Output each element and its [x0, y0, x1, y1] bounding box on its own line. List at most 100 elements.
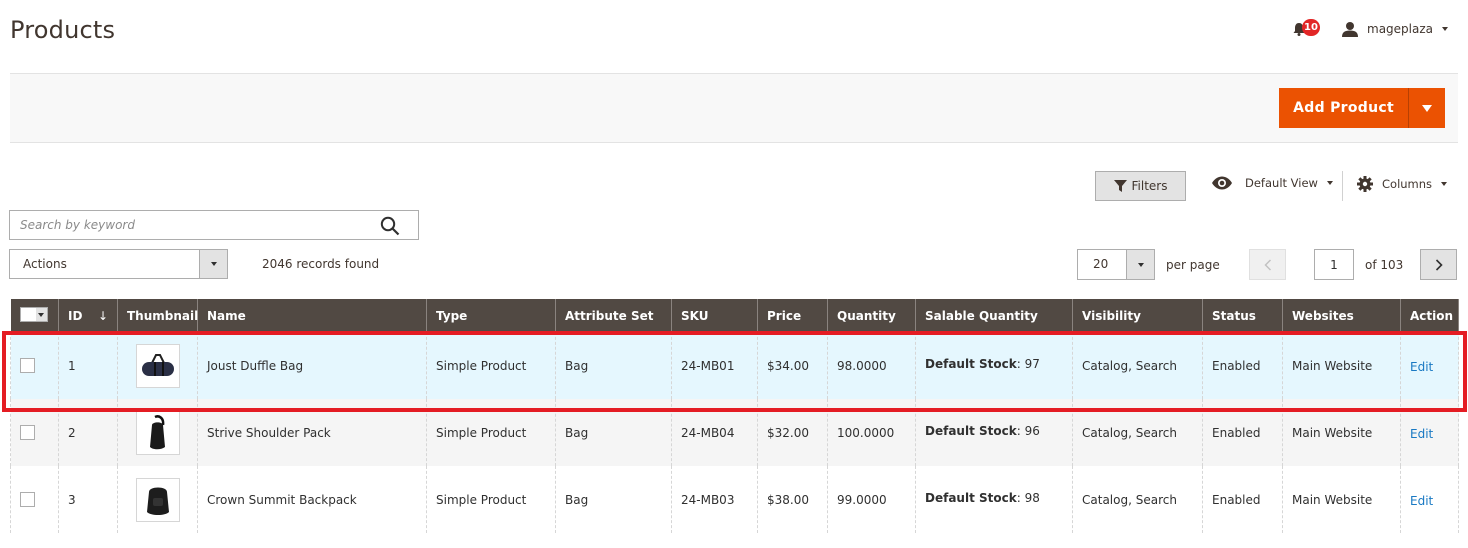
product-thumbnail[interactable]: [135, 343, 180, 388]
visibility-cell: Catalog, Search: [1072, 332, 1203, 399]
row-checkbox[interactable]: [20, 492, 35, 507]
attribute-set-cell: Bag: [555, 466, 672, 533]
per-page-toggle[interactable]: [1126, 250, 1154, 279]
type-cell: Simple Product: [426, 399, 556, 466]
salable-stock-label: Default Stock: [925, 491, 1017, 505]
chevron-down-icon: [1326, 181, 1333, 185]
salable-quantity-cell: Default Stock: 98: [915, 466, 1073, 533]
sku-cell: 24-MB04: [671, 399, 758, 466]
table-row[interactable]: 1 Joust Duffle Bag Simple Product Bag 24…: [10, 332, 1459, 399]
salable-quantity-cell: Default Stock: 96: [915, 399, 1073, 466]
quantity-cell: 100.0000: [827, 399, 916, 466]
chevron-left-icon: [1263, 258, 1271, 271]
status-cell: Enabled: [1202, 332, 1283, 399]
visibility-cell: Catalog, Search: [1072, 399, 1203, 466]
toolbar-divider: [1342, 171, 1343, 201]
chevron-down-icon: [1137, 262, 1144, 267]
user-icon: [1342, 22, 1358, 37]
sort-desc-icon: ↓: [97, 308, 108, 323]
id-cell: 1: [58, 332, 118, 399]
column-header-attribute-set[interactable]: Attribute Set: [555, 299, 672, 332]
sku-cell: 24-MB01: [671, 332, 758, 399]
sku-cell: 24-MB03: [671, 466, 758, 533]
total-pages: of 103: [1365, 258, 1404, 272]
edit-link[interactable]: Edit: [1410, 427, 1433, 441]
price-cell: $32.00: [757, 399, 828, 466]
table-row[interactable]: 3 Crown Summit Backpack Simple Product B…: [10, 466, 1459, 533]
search-input[interactable]: [10, 211, 370, 239]
column-header-type[interactable]: Type: [426, 299, 556, 332]
websites-cell: Main Website: [1282, 466, 1401, 533]
view-switcher[interactable]: Default View: [1211, 176, 1333, 190]
salable-stock-label: Default Stock: [925, 357, 1017, 371]
status-cell: Enabled: [1202, 466, 1283, 533]
column-header-quantity[interactable]: Quantity: [827, 299, 916, 332]
column-header-price[interactable]: Price: [757, 299, 828, 332]
backpack-image: [146, 487, 169, 515]
chevron-down-icon: [1422, 104, 1432, 112]
products-grid: ID ↓ Thumbnail Name Type Attribute Set SK…: [10, 299, 1459, 533]
notifications-badge: 10: [1302, 19, 1320, 36]
filter-icon: [1113, 180, 1127, 192]
edit-link[interactable]: Edit: [1410, 360, 1433, 374]
websites-cell: Main Website: [1282, 399, 1401, 466]
thumbnail-cell: [117, 466, 198, 533]
chevron-right-icon: [1435, 258, 1443, 271]
row-checkbox[interactable]: [20, 425, 35, 440]
action-cell: Edit: [1400, 399, 1459, 466]
row-select-cell: [10, 466, 59, 533]
table-row[interactable]: 2 Strive Shoulder Pack Simple Product Ba…: [10, 399, 1459, 466]
add-product-split-button: Add Product: [1279, 88, 1445, 128]
current-page-input[interactable]: [1314, 249, 1354, 280]
column-header-websites[interactable]: Websites: [1282, 299, 1401, 332]
column-header-status[interactable]: Status: [1202, 299, 1283, 332]
search-icon[interactable]: [380, 216, 400, 236]
keyword-search: [9, 210, 419, 240]
row-checkbox[interactable]: [20, 358, 35, 373]
user-menu[interactable]: mageplaza: [1342, 21, 1448, 37]
columns-button[interactable]: Columns: [1357, 176, 1448, 192]
mass-actions-select[interactable]: Actions: [9, 249, 228, 279]
notifications-button[interactable]: 10: [1292, 16, 1322, 42]
name-cell: Joust Duffle Bag: [197, 332, 427, 399]
thumbnail-cell: [117, 399, 198, 466]
column-header-visibility[interactable]: Visibility: [1072, 299, 1203, 332]
salable-stock-value: : 98: [1016, 491, 1040, 505]
column-header-id[interactable]: ID ↓: [58, 299, 118, 332]
name-cell: Crown Summit Backpack: [197, 466, 427, 533]
mass-select-checkbox[interactable]: [19, 307, 48, 322]
per-page-select[interactable]: 20: [1077, 249, 1155, 280]
quantity-cell: 99.0000: [827, 466, 916, 533]
filters-label: Filters: [1131, 179, 1168, 193]
id-cell: 3: [58, 466, 118, 533]
eye-icon: [1212, 176, 1232, 190]
column-header-thumbnail: Thumbnail: [117, 299, 198, 332]
add-product-button[interactable]: Add Product: [1279, 88, 1408, 128]
chevron-down-icon: [38, 312, 44, 317]
mass-actions-toggle[interactable]: [199, 250, 227, 278]
thumbnail-cell: [117, 332, 198, 399]
attribute-set-cell: Bag: [555, 399, 672, 466]
filters-button[interactable]: Filters: [1095, 171, 1186, 201]
status-cell: Enabled: [1202, 399, 1283, 466]
edit-link[interactable]: Edit: [1410, 494, 1433, 508]
per-page-value: 20: [1093, 257, 1109, 271]
column-header-name[interactable]: Name: [197, 299, 427, 332]
next-page-button[interactable]: [1420, 249, 1457, 280]
type-cell: Simple Product: [426, 466, 556, 533]
chevron-down-icon: [1442, 27, 1448, 31]
salable-quantity-cell: Default Stock: 97: [915, 332, 1073, 399]
salable-stock-label: Default Stock: [925, 424, 1017, 438]
product-thumbnail[interactable]: [135, 477, 180, 522]
page-actions-bar: Add Product: [10, 73, 1458, 143]
product-thumbnail[interactable]: [135, 410, 180, 455]
view-label: Default View: [1245, 176, 1318, 190]
column-header-sku[interactable]: SKU: [671, 299, 758, 332]
column-header-salable-quantity: Salable Quantity: [915, 299, 1073, 332]
add-product-type-toggle[interactable]: [1408, 88, 1445, 128]
type-cell: Simple Product: [426, 332, 556, 399]
duffle-bag-image: [141, 353, 174, 376]
previous-page-button[interactable]: [1249, 249, 1286, 280]
column-header-action: Action: [1400, 299, 1459, 332]
chevron-down-icon: [210, 262, 217, 266]
